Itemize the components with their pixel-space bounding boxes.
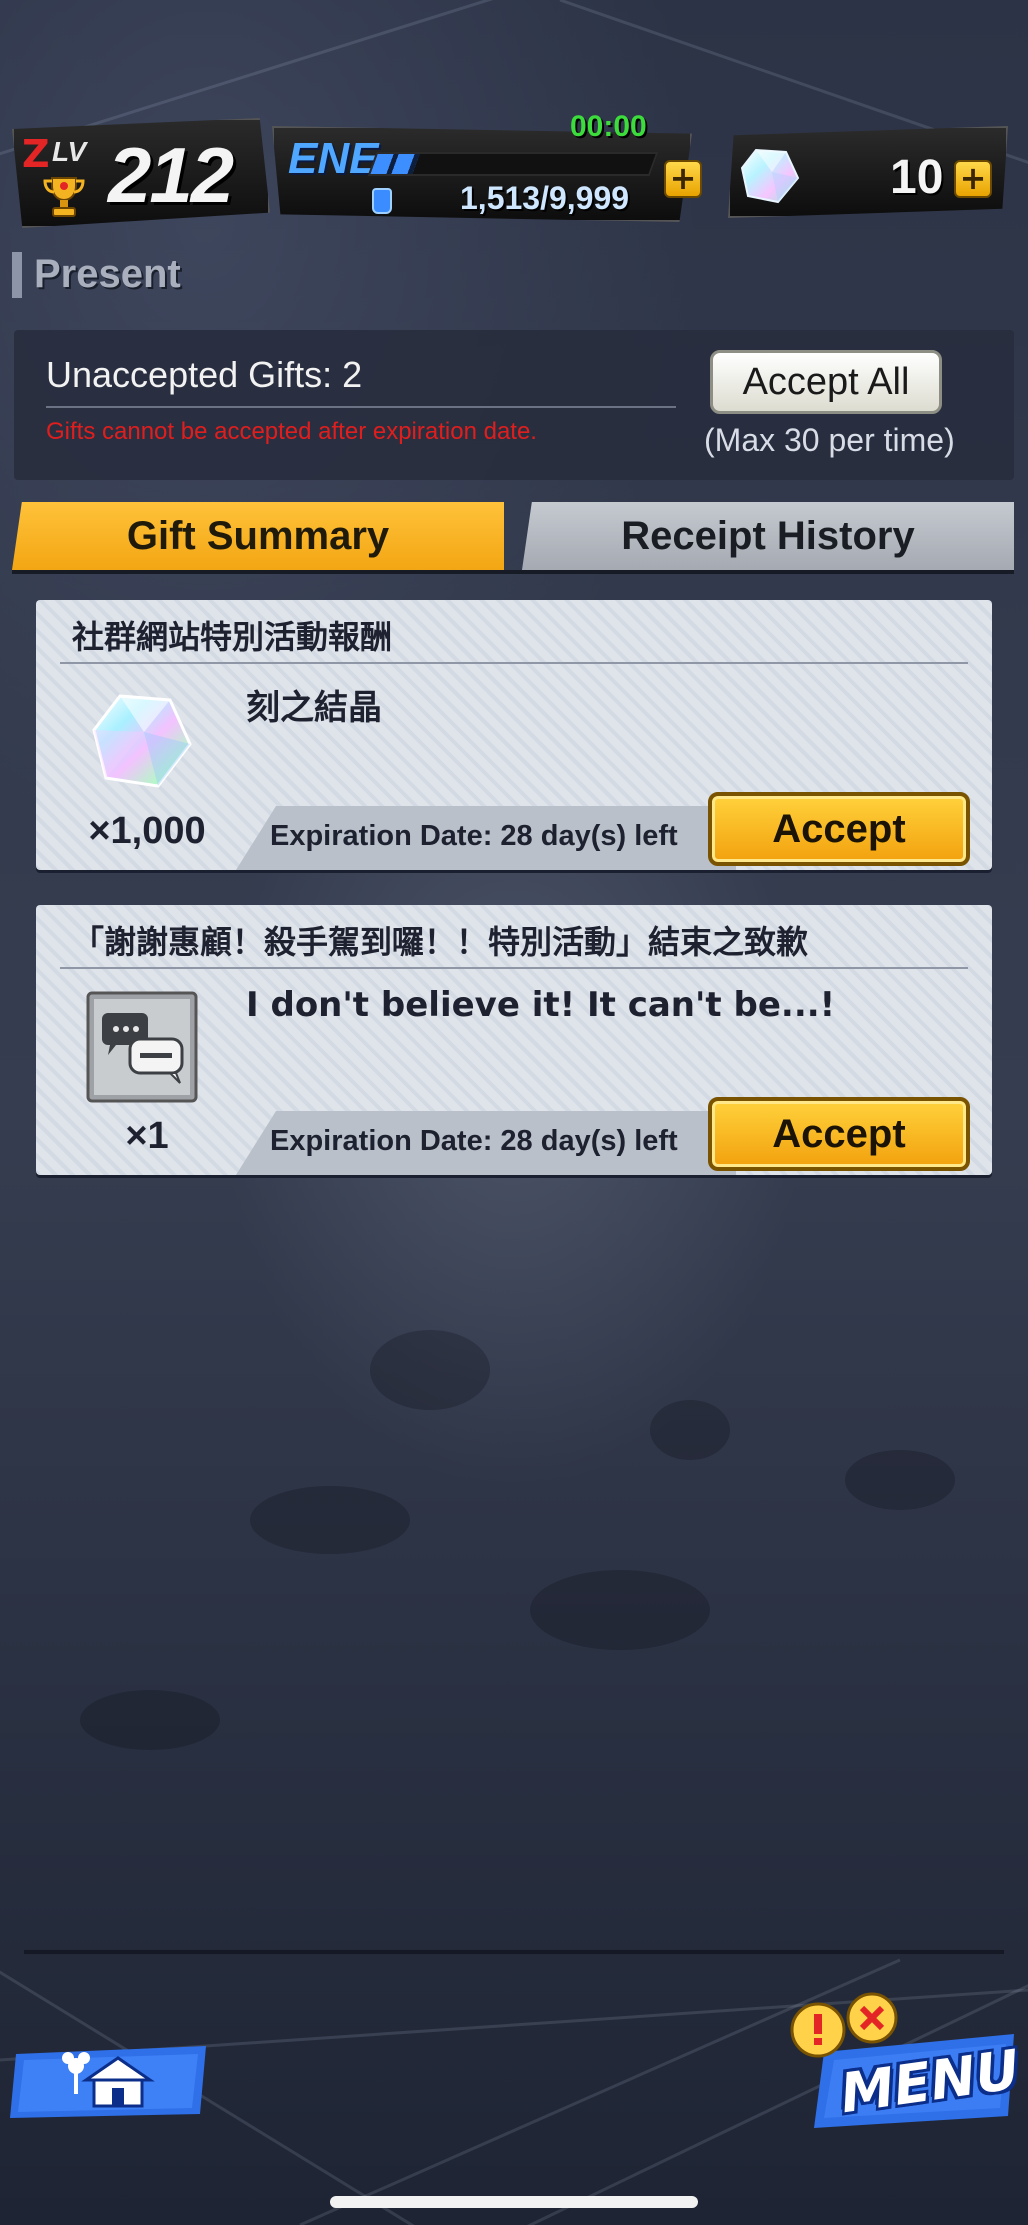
gift-expiration: Expiration Date: 28 day(s) left xyxy=(270,820,678,852)
energy-bottle-icon xyxy=(372,188,392,214)
energy-label: ENE xyxy=(288,134,379,183)
gift-item-name: 刻之結晶 xyxy=(246,688,382,728)
tab-receipt-history[interactable]: Receipt History xyxy=(522,502,1014,570)
gift-card: 「謝謝惠顧！殺手駕到囉！！特別活動」結束之致歉 I don't believe … xyxy=(36,905,992,1175)
energy-add-button[interactable]: + xyxy=(664,160,702,198)
energy-value: 1,513/9,999 xyxy=(460,180,630,216)
gift-info-panel: Unaccepted Gifts: 2 Gifts cannot be acce… xyxy=(14,330,1014,480)
gift-quantity: ×1,000 xyxy=(88,810,206,852)
menu-button[interactable]: MENU xyxy=(784,1990,1023,2130)
gift-title: 社群網站特別活動報酬 xyxy=(72,618,393,656)
chrono-crystal-icon xyxy=(740,148,800,204)
unaccepted-gifts-count: Unaccepted Gifts: 2 xyxy=(46,354,363,395)
gift-quantity: ×1 xyxy=(125,1115,169,1157)
tab-underline xyxy=(12,570,1014,574)
gift-divider xyxy=(60,967,968,969)
level-value: 212 xyxy=(108,131,234,219)
top-status-bar: Z LV 212 ENE 00:00 1,513/9,999 + 10 + xyxy=(0,110,1028,230)
page-title: Present xyxy=(34,252,181,296)
home-indicator[interactable] xyxy=(330,2196,698,2208)
trophy-icon xyxy=(43,177,85,217)
level-lv-label: LV xyxy=(52,136,87,167)
max-per-time-note: (Max 30 per time) xyxy=(704,422,955,458)
bottom-divider xyxy=(24,1950,1004,1954)
plus-icon: + xyxy=(959,159,987,197)
chat-stamp-icon xyxy=(86,991,198,1103)
home-button[interactable] xyxy=(10,2042,210,2120)
accept-button[interactable]: Accept xyxy=(708,792,970,866)
page-title-accent xyxy=(12,252,22,298)
energy-progress-fill xyxy=(370,154,420,174)
exclamation-badge-icon xyxy=(790,1992,898,2058)
chrono-crystal-icon xyxy=(92,694,192,788)
energy-progress-bar xyxy=(367,152,659,176)
accept-button[interactable]: Accept xyxy=(708,1097,970,1171)
plus-icon: + xyxy=(669,159,697,197)
energy-timer: 00:00 xyxy=(570,110,647,143)
level-z-label: Z xyxy=(22,132,50,176)
gift-divider xyxy=(60,662,968,664)
accept-all-button[interactable]: Accept All xyxy=(710,350,942,414)
gem-count: 10 xyxy=(890,151,944,204)
expiration-warning: Gifts cannot be accepted after expiratio… xyxy=(46,418,537,445)
gift-title: 「謝謝惠顧！殺手駕到囉！！特別活動」結束之致歉 xyxy=(72,923,809,961)
home-icon xyxy=(10,2046,206,2118)
tab-gift-summary[interactable]: Gift Summary xyxy=(12,502,504,570)
gem-add-button[interactable]: + xyxy=(954,160,992,198)
gift-item-name: I don't believe it! It can't be...! xyxy=(246,985,836,1025)
gift-expiration: Expiration Date: 28 day(s) left xyxy=(270,1125,678,1157)
info-divider xyxy=(46,406,676,408)
gift-card: 社群網站特別活動報酬 刻之結晶 ×1,000 Expiration Date: … xyxy=(36,600,992,870)
